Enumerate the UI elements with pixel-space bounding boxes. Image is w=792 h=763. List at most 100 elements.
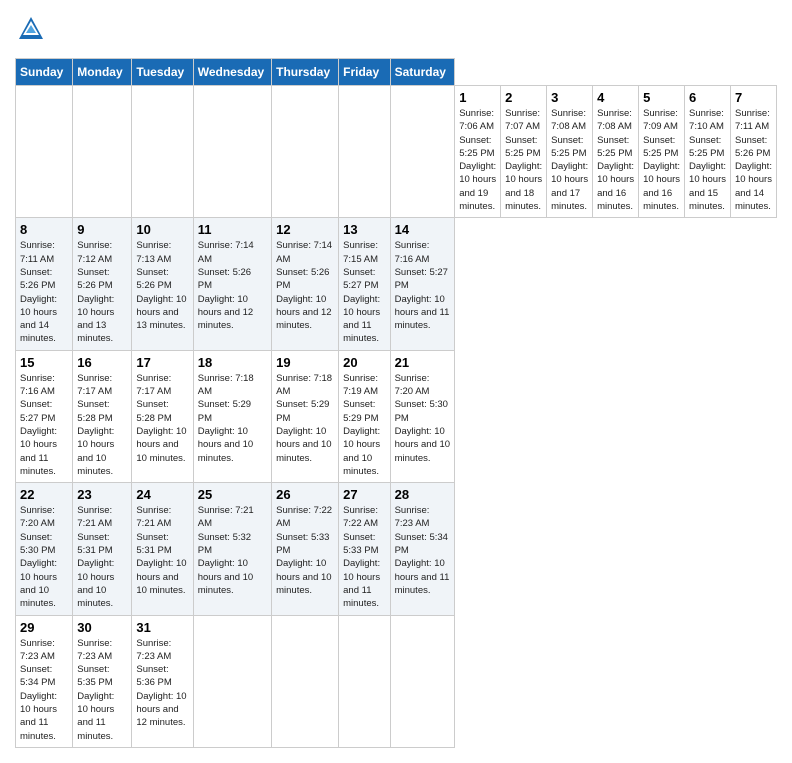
day-number: 28 bbox=[395, 487, 451, 502]
week-row-3: 15 Sunrise: 7:16 AMSunset: 5:27 PMDayligh… bbox=[16, 350, 777, 482]
day-number: 7 bbox=[735, 90, 772, 105]
day-info: Sunrise: 7:18 AMSunset: 5:29 PMDaylight:… bbox=[276, 372, 334, 465]
calendar-cell: 15 Sunrise: 7:16 AMSunset: 5:27 PMDayligh… bbox=[16, 350, 73, 482]
calendar-cell bbox=[272, 86, 339, 218]
calendar-cell: 31Sunrise: 7:23 AMSunset: 5:36 PMDayligh… bbox=[132, 615, 193, 747]
day-info: Sunrise: 7:10 AMSunset: 5:25 PMDaylight:… bbox=[689, 107, 726, 213]
day-info: Sunrise: 7:08 AMSunset: 5:25 PMDaylight:… bbox=[551, 107, 588, 213]
day-number: 11 bbox=[198, 222, 267, 237]
calendar-cell: 21 Sunrise: 7:20 AMSunset: 5:30 PMDayligh… bbox=[390, 350, 455, 482]
calendar-cell: 6 Sunrise: 7:10 AMSunset: 5:25 PMDaylight… bbox=[685, 86, 731, 218]
day-number: 2 bbox=[505, 90, 542, 105]
calendar-cell bbox=[390, 86, 455, 218]
calendar-cell: 8 Sunrise: 7:11 AMSunset: 5:26 PMDaylight… bbox=[16, 218, 73, 350]
day-info: Sunrise: 7:11 AMSunset: 5:26 PMDaylight:… bbox=[735, 107, 772, 213]
day-number: 16 bbox=[77, 355, 127, 370]
day-info: Sunrise: 7:14 AMSunset: 5:26 PMDaylight:… bbox=[198, 239, 267, 332]
day-number: 13 bbox=[343, 222, 385, 237]
day-number: 29 bbox=[20, 620, 68, 635]
calendar-cell bbox=[193, 86, 271, 218]
calendar-cell bbox=[132, 86, 193, 218]
calendar-table: SundayMondayTuesdayWednesdayThursdayFrid… bbox=[15, 58, 777, 748]
day-info: Sunrise: 7:19 AMSunset: 5:29 PMDaylight:… bbox=[343, 372, 385, 478]
day-number: 17 bbox=[136, 355, 188, 370]
day-number: 19 bbox=[276, 355, 334, 370]
day-info: Sunrise: 7:23 AMSunset: 5:34 PMDaylight:… bbox=[20, 637, 68, 743]
day-number: 27 bbox=[343, 487, 385, 502]
calendar-cell bbox=[73, 86, 132, 218]
calendar-cell: 25 Sunrise: 7:21 AMSunset: 5:32 PMDayligh… bbox=[193, 483, 271, 615]
day-info: Sunrise: 7:16 AMSunset: 5:27 PMDaylight:… bbox=[395, 239, 451, 332]
calendar-cell: 5Sunrise: 7:09 AMSunset: 5:25 PMDaylight… bbox=[639, 86, 685, 218]
day-number: 12 bbox=[276, 222, 334, 237]
calendar-cell: 11 Sunrise: 7:14 AMSunset: 5:26 PMDayligh… bbox=[193, 218, 271, 350]
day-info: Sunrise: 7:23 AMSunset: 5:35 PMDaylight:… bbox=[77, 637, 127, 743]
day-info: Sunrise: 7:22 AMSunset: 5:33 PMDaylight:… bbox=[343, 504, 385, 610]
day-info: Sunrise: 7:22 AMSunset: 5:33 PMDaylight:… bbox=[276, 504, 334, 597]
calendar-cell: 13 Sunrise: 7:15 AMSunset: 5:27 PMDayligh… bbox=[339, 218, 390, 350]
header-cell-thursday: Thursday bbox=[272, 59, 339, 86]
calendar-cell: 14 Sunrise: 7:16 AMSunset: 5:27 PMDayligh… bbox=[390, 218, 455, 350]
day-info: Sunrise: 7:17 AMSunset: 5:28 PMDaylight:… bbox=[136, 372, 188, 465]
logo-text bbox=[15, 15, 45, 48]
day-info: Sunrise: 7:16 AMSunset: 5:27 PMDaylight:… bbox=[20, 372, 68, 478]
day-number: 10 bbox=[136, 222, 188, 237]
day-number: 8 bbox=[20, 222, 68, 237]
day-number: 1 bbox=[459, 90, 496, 105]
day-info: Sunrise: 7:21 AMSunset: 5:32 PMDaylight:… bbox=[198, 504, 267, 597]
day-info: Sunrise: 7:20 AMSunset: 5:30 PMDaylight:… bbox=[395, 372, 451, 465]
day-info: Sunrise: 7:23 AMSunset: 5:34 PMDaylight:… bbox=[395, 504, 451, 597]
header-cell-monday: Monday bbox=[73, 59, 132, 86]
calendar-cell: 29 Sunrise: 7:23 AMSunset: 5:34 PMDayligh… bbox=[16, 615, 73, 747]
calendar-cell: 1 Sunrise: 7:06 AMSunset: 5:25 PMDaylight… bbox=[455, 86, 501, 218]
day-info: Sunrise: 7:14 AMSunset: 5:26 PMDaylight:… bbox=[276, 239, 334, 332]
day-number: 25 bbox=[198, 487, 267, 502]
day-info: Sunrise: 7:18 AMSunset: 5:29 PMDaylight:… bbox=[198, 372, 267, 465]
header-cell-wednesday: Wednesday bbox=[193, 59, 271, 86]
calendar-cell bbox=[193, 615, 271, 747]
day-number: 30 bbox=[77, 620, 127, 635]
calendar-cell: 28 Sunrise: 7:23 AMSunset: 5:34 PMDayligh… bbox=[390, 483, 455, 615]
day-info: Sunrise: 7:17 AMSunset: 5:28 PMDaylight:… bbox=[77, 372, 127, 478]
day-number: 24 bbox=[136, 487, 188, 502]
day-info: Sunrise: 7:12 AMSunset: 5:26 PMDaylight:… bbox=[77, 239, 127, 345]
day-number: 14 bbox=[395, 222, 451, 237]
calendar-cell: 20Sunrise: 7:19 AMSunset: 5:29 PMDayligh… bbox=[339, 350, 390, 482]
calendar-cell bbox=[16, 86, 73, 218]
calendar-cell: 9Sunrise: 7:12 AMSunset: 5:26 PMDaylight… bbox=[73, 218, 132, 350]
day-info: Sunrise: 7:08 AMSunset: 5:25 PMDaylight:… bbox=[597, 107, 634, 213]
day-info: Sunrise: 7:07 AMSunset: 5:25 PMDaylight:… bbox=[505, 107, 542, 213]
week-row-4: 22 Sunrise: 7:20 AMSunset: 5:30 PMDayligh… bbox=[16, 483, 777, 615]
week-row-1: 1 Sunrise: 7:06 AMSunset: 5:25 PMDaylight… bbox=[16, 86, 777, 218]
day-number: 22 bbox=[20, 487, 68, 502]
day-info: Sunrise: 7:20 AMSunset: 5:30 PMDaylight:… bbox=[20, 504, 68, 610]
calendar-cell: 26Sunrise: 7:22 AMSunset: 5:33 PMDayligh… bbox=[272, 483, 339, 615]
week-row-2: 8 Sunrise: 7:11 AMSunset: 5:26 PMDaylight… bbox=[16, 218, 777, 350]
calendar-cell: 12 Sunrise: 7:14 AMSunset: 5:26 PMDayligh… bbox=[272, 218, 339, 350]
day-number: 15 bbox=[20, 355, 68, 370]
calendar-cell: 27 Sunrise: 7:22 AMSunset: 5:33 PMDayligh… bbox=[339, 483, 390, 615]
calendar-cell bbox=[339, 615, 390, 747]
calendar-cell: 3Sunrise: 7:08 AMSunset: 5:25 PMDaylight… bbox=[547, 86, 593, 218]
header-cell-friday: Friday bbox=[339, 59, 390, 86]
calendar-cell: 23Sunrise: 7:21 AMSunset: 5:31 PMDayligh… bbox=[73, 483, 132, 615]
header-cell-saturday: Saturday bbox=[390, 59, 455, 86]
day-number: 21 bbox=[395, 355, 451, 370]
calendar-cell: 22 Sunrise: 7:20 AMSunset: 5:30 PMDayligh… bbox=[16, 483, 73, 615]
calendar-cell: 4Sunrise: 7:08 AMSunset: 5:25 PMDaylight… bbox=[593, 86, 639, 218]
day-info: Sunrise: 7:23 AMSunset: 5:36 PMDaylight:… bbox=[136, 637, 188, 730]
week-row-5: 29 Sunrise: 7:23 AMSunset: 5:34 PMDayligh… bbox=[16, 615, 777, 747]
day-number: 23 bbox=[77, 487, 127, 502]
day-number: 18 bbox=[198, 355, 267, 370]
day-info: Sunrise: 7:09 AMSunset: 5:25 PMDaylight:… bbox=[643, 107, 680, 213]
calendar-cell: 19 Sunrise: 7:18 AMSunset: 5:29 PMDayligh… bbox=[272, 350, 339, 482]
calendar-cell: 24Sunrise: 7:21 AMSunset: 5:31 PMDayligh… bbox=[132, 483, 193, 615]
day-info: Sunrise: 7:11 AMSunset: 5:26 PMDaylight:… bbox=[20, 239, 68, 345]
calendar-cell: 18 Sunrise: 7:18 AMSunset: 5:29 PMDayligh… bbox=[193, 350, 271, 482]
day-info: Sunrise: 7:15 AMSunset: 5:27 PMDaylight:… bbox=[343, 239, 385, 345]
calendar-cell: 7 Sunrise: 7:11 AMSunset: 5:26 PMDaylight… bbox=[731, 86, 777, 218]
day-info: Sunrise: 7:06 AMSunset: 5:25 PMDaylight:… bbox=[459, 107, 496, 213]
calendar-cell: 2 Sunrise: 7:07 AMSunset: 5:25 PMDaylight… bbox=[501, 86, 547, 218]
day-number: 6 bbox=[689, 90, 726, 105]
logo-icon bbox=[17, 15, 45, 43]
